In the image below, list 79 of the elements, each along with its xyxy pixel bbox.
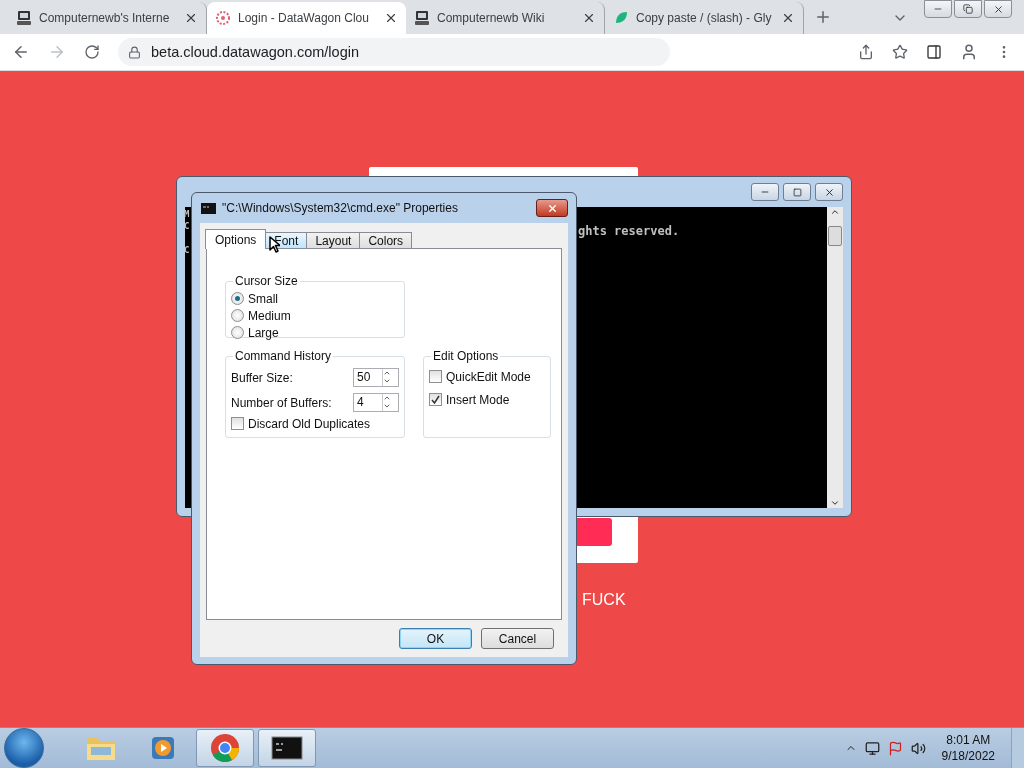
console-text: C (184, 244, 190, 256)
option-label: Small (248, 291, 278, 306)
radio-button[interactable] (231, 326, 244, 339)
spin-down-icon[interactable] (383, 377, 391, 385)
console-text: C (184, 220, 190, 232)
close-icon[interactable] (582, 11, 596, 25)
clock-time: 8:01 AM (946, 732, 991, 748)
close-icon (823, 186, 835, 198)
scroll-up-icon[interactable] (830, 207, 840, 217)
back-icon[interactable] (12, 43, 30, 61)
speaker-icon[interactable] (910, 740, 926, 756)
console-icon (271, 736, 303, 760)
checkbox[interactable] (231, 417, 244, 430)
ok-button[interactable]: OK (399, 628, 472, 649)
close-icon (992, 3, 1004, 15)
reload-icon[interactable] (84, 44, 100, 60)
console-text: ghts reserved. (578, 225, 680, 237)
restore-button[interactable] (954, 0, 982, 18)
console-icon (201, 202, 216, 214)
footer-text: FUCK (582, 591, 627, 609)
browser-tab[interactable]: Login - DataWagon Clou (207, 2, 406, 34)
option-label: Discard Old Duplicates (248, 416, 371, 431)
minimize-button[interactable] (751, 183, 779, 201)
option-label: Large (248, 325, 279, 340)
checkbox[interactable] (429, 393, 442, 406)
restore-icon (963, 4, 973, 14)
group-title: Edit Options (432, 349, 500, 363)
close-icon[interactable] (781, 11, 795, 25)
lock-icon (128, 45, 141, 59)
option-label: Insert Mode (446, 392, 510, 407)
close-button[interactable] (536, 199, 568, 217)
spin-field[interactable]: 50 (353, 368, 399, 387)
network-icon[interactable] (864, 740, 880, 756)
address-bar[interactable]: beta.cloud.datawagon.com/login (118, 38, 670, 66)
checkbox[interactable] (429, 370, 442, 383)
group-title: Cursor Size (234, 274, 299, 288)
profile-icon[interactable] (960, 43, 978, 61)
computer-icon (414, 10, 430, 26)
minimize-button[interactable] (924, 0, 952, 18)
scroll-down-icon[interactable] (830, 498, 840, 508)
radio-button[interactable] (231, 292, 244, 305)
dialog-tab[interactable]: Layout (306, 232, 361, 249)
clock-date: 9/18/2022 (941, 748, 995, 764)
dialog-tab[interactable]: Options (205, 229, 267, 249)
checkmark-icon (431, 395, 440, 404)
chrome-icon (210, 733, 240, 763)
field-label: Number of Buffers: (231, 395, 333, 410)
spin-up-icon[interactable] (383, 394, 391, 402)
flower-icon (215, 10, 231, 26)
console-text: M (184, 208, 190, 220)
close-icon (546, 202, 558, 214)
media-player-icon (149, 734, 177, 762)
dialog-tab[interactable]: Colors (359, 232, 413, 249)
clock[interactable]: 8:01 AM 9/18/2022 (941, 732, 995, 764)
taskbar-button[interactable] (258, 729, 316, 767)
spin-down-icon[interactable] (383, 402, 391, 410)
radio-button[interactable] (231, 309, 244, 322)
computer-icon (16, 10, 32, 26)
cancel-button[interactable]: Cancel (481, 628, 554, 649)
leaf-icon (613, 10, 629, 26)
field-label: Buffer Size: (231, 370, 294, 385)
close-icon[interactable] (384, 11, 398, 25)
close-icon[interactable] (184, 11, 198, 25)
spin-field[interactable]: 4 (353, 393, 399, 412)
flag-icon[interactable] (887, 740, 903, 756)
scroll-thumb[interactable] (828, 226, 842, 246)
bookmark-icon[interactable] (892, 44, 908, 60)
option-label: Medium (248, 308, 291, 323)
maximize-icon (792, 187, 802, 197)
new-tab-icon[interactable] (814, 8, 832, 26)
start-button[interactable] (4, 728, 44, 768)
spin-up-icon[interactable] (383, 369, 391, 377)
group-title: Command History (234, 349, 333, 363)
side-panel-icon[interactable] (926, 44, 942, 60)
share-icon[interactable] (858, 44, 874, 60)
option-label: QuickEdit Mode (446, 369, 531, 384)
scrollbar[interactable] (827, 207, 843, 508)
maximize-button[interactable] (783, 183, 811, 201)
dialog-title: "C:\Windows\System32\cmd.exe" Properties (222, 201, 459, 215)
